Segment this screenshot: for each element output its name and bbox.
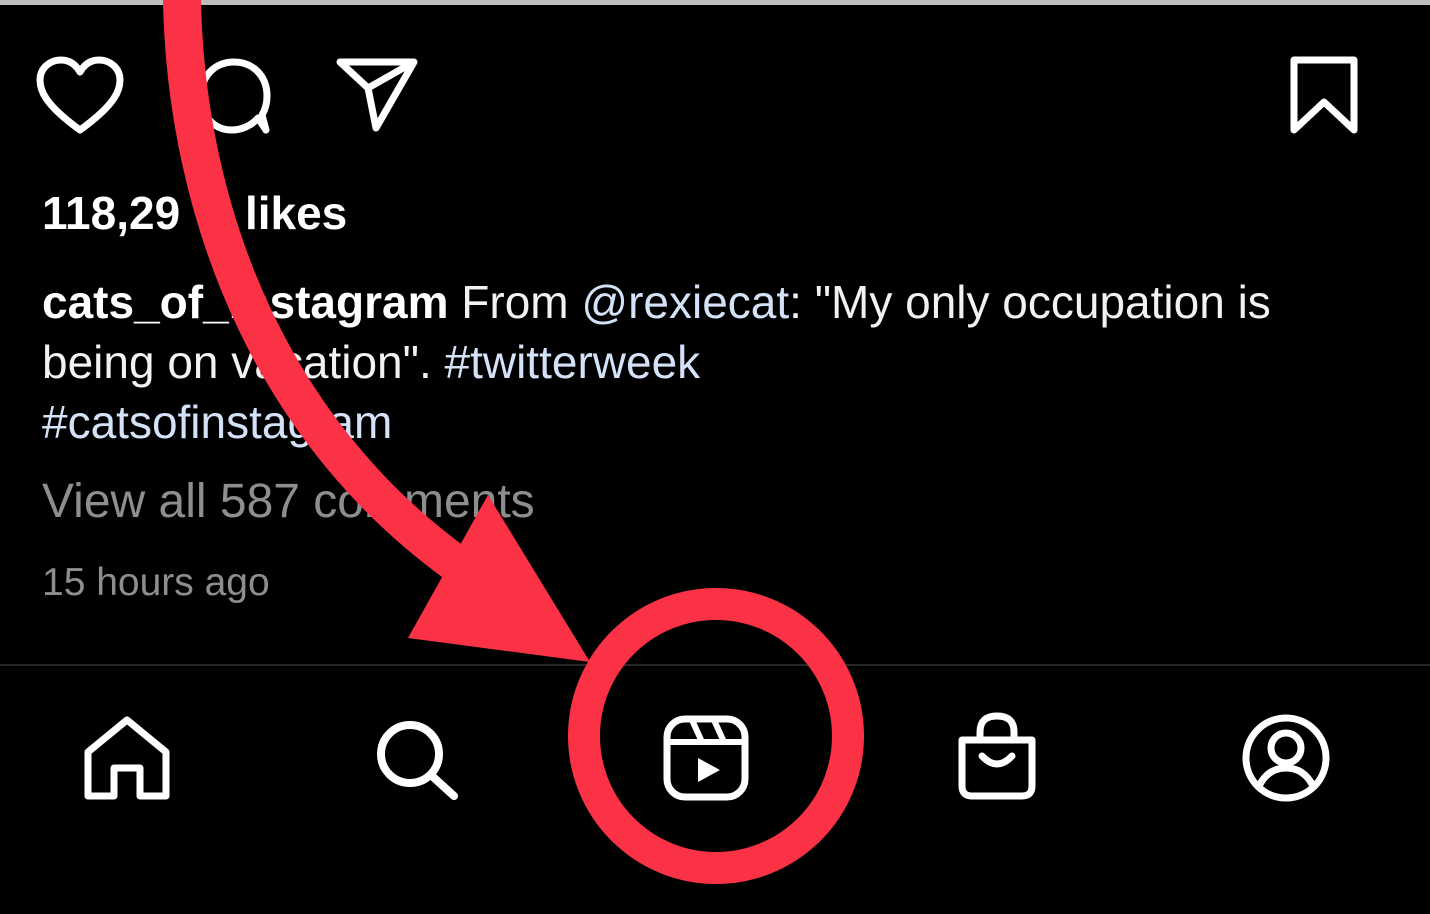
share-button[interactable] (334, 56, 422, 134)
home-icon (84, 716, 170, 800)
like-button[interactable] (34, 54, 126, 136)
paper-plane-icon (336, 58, 418, 132)
profile-icon (1242, 714, 1330, 802)
likes-number: 118,29 (42, 187, 181, 239)
tab-home[interactable] (82, 714, 172, 800)
comment-button[interactable] (196, 56, 272, 136)
likes-count[interactable]: 118,29 likes (42, 186, 347, 240)
heart-icon (36, 56, 124, 134)
tab-search[interactable] (372, 718, 462, 802)
post-timestamp: 15 hours ago (42, 561, 270, 604)
caption-text-part1: From (448, 276, 582, 328)
search-icon (377, 721, 458, 800)
save-button[interactable] (1286, 54, 1362, 136)
tab-bar-divider (0, 664, 1430, 666)
tab-shop[interactable] (954, 710, 1040, 802)
post-caption: cats_of_instagram From @rexiecat: "My on… (42, 272, 1382, 452)
caption-hashtag-catsofinstagram[interactable]: #catsofinstagram (42, 396, 392, 448)
shopping-bag-icon (958, 712, 1036, 800)
reels-icon (663, 715, 749, 801)
top-edge-strip (0, 0, 1430, 5)
tab-profile[interactable] (1240, 712, 1332, 804)
comment-bubble-icon (197, 58, 271, 134)
bookmark-icon (1290, 56, 1358, 134)
caption-mention[interactable]: @rexiecat (581, 276, 789, 328)
caption-hashtag-twitterweek[interactable]: #twitterweek (445, 336, 701, 388)
caption-username[interactable]: cats_of_instagram (42, 276, 449, 328)
view-all-comments-link[interactable]: View all 587 comments (42, 474, 535, 529)
likes-suffix: likes (244, 187, 348, 239)
tab-reels[interactable] (662, 714, 752, 802)
